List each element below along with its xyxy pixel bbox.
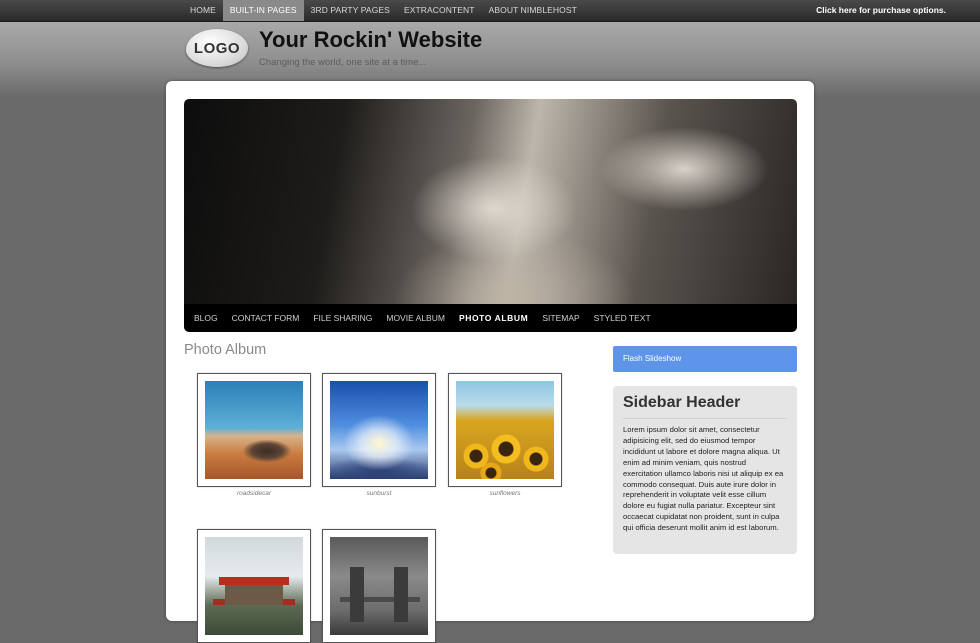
- top-nav: HOME BUILT-IN PAGES 3RD PARTY PAGES EXTR…: [183, 0, 584, 21]
- sub-nav: BLOG CONTACT FORM FILE SHARING MOVIE ALB…: [184, 304, 797, 332]
- sub-nav-styled-text[interactable]: STYLED TEXT: [587, 313, 658, 323]
- sidebar-box: Sidebar Header Lorem ipsum dolor sit ame…: [613, 386, 797, 554]
- top-nav-home[interactable]: HOME: [183, 0, 223, 21]
- photo-thumbnail[interactable]: [197, 373, 311, 487]
- top-nav-about-nimblehost[interactable]: ABOUT NIMBLEHOST: [482, 0, 584, 21]
- sub-nav-photo-album[interactable]: PHOTO ALBUM: [452, 313, 535, 323]
- photo-caption: roadsidecar: [237, 490, 271, 497]
- sidebar-header: Sidebar Header: [623, 394, 787, 419]
- top-bar: HOME BUILT-IN PAGES 3RD PARTY PAGES EXTR…: [0, 0, 980, 22]
- sub-nav-sitemap[interactable]: SITEMAP: [535, 313, 586, 323]
- sunflowers-photo: [456, 381, 554, 479]
- sub-nav-contact-form[interactable]: CONTACT FORM: [225, 313, 307, 323]
- purchase-options-link[interactable]: Click here for purchase options.: [816, 0, 946, 21]
- photo-caption: sunflowers: [489, 490, 521, 497]
- roadside-car-photo: [205, 381, 303, 479]
- site-tagline: Changing the world, one site at a time..…: [259, 57, 427, 68]
- sidebar-body-text: Lorem ipsum dolor sit amet, consectetur …: [623, 425, 784, 533]
- top-nav-extracontent[interactable]: EXTRACONTENT: [397, 0, 482, 21]
- sub-nav-movie-album[interactable]: MOVIE ALBUM: [379, 313, 452, 323]
- sub-nav-blog[interactable]: BLOG: [184, 313, 225, 323]
- photo-thumbnail[interactable]: [197, 529, 311, 643]
- tower-bridge-photo: [330, 537, 428, 635]
- photo-thumbnail[interactable]: [322, 529, 436, 643]
- sub-nav-file-sharing[interactable]: FILE SHARING: [306, 313, 379, 323]
- top-nav-3rd-party-pages[interactable]: 3RD PARTY PAGES: [304, 0, 397, 21]
- sunburst-photo: [330, 381, 428, 479]
- photo-thumbnail[interactable]: [322, 373, 436, 487]
- flash-slideshow-button[interactable]: Flash Slideshow: [613, 346, 797, 372]
- photo-thumbnail[interactable]: [448, 373, 562, 487]
- hero-image: [184, 99, 797, 304]
- top-nav-built-in-pages[interactable]: BUILT-IN PAGES: [222, 0, 304, 21]
- site-title[interactable]: Your Rockin' Website: [259, 27, 482, 53]
- temple-photo: [205, 537, 303, 635]
- page-title: Photo Album: [184, 342, 267, 358]
- photo-caption: sunburst: [366, 490, 392, 497]
- logo[interactable]: LOGO: [186, 29, 248, 67]
